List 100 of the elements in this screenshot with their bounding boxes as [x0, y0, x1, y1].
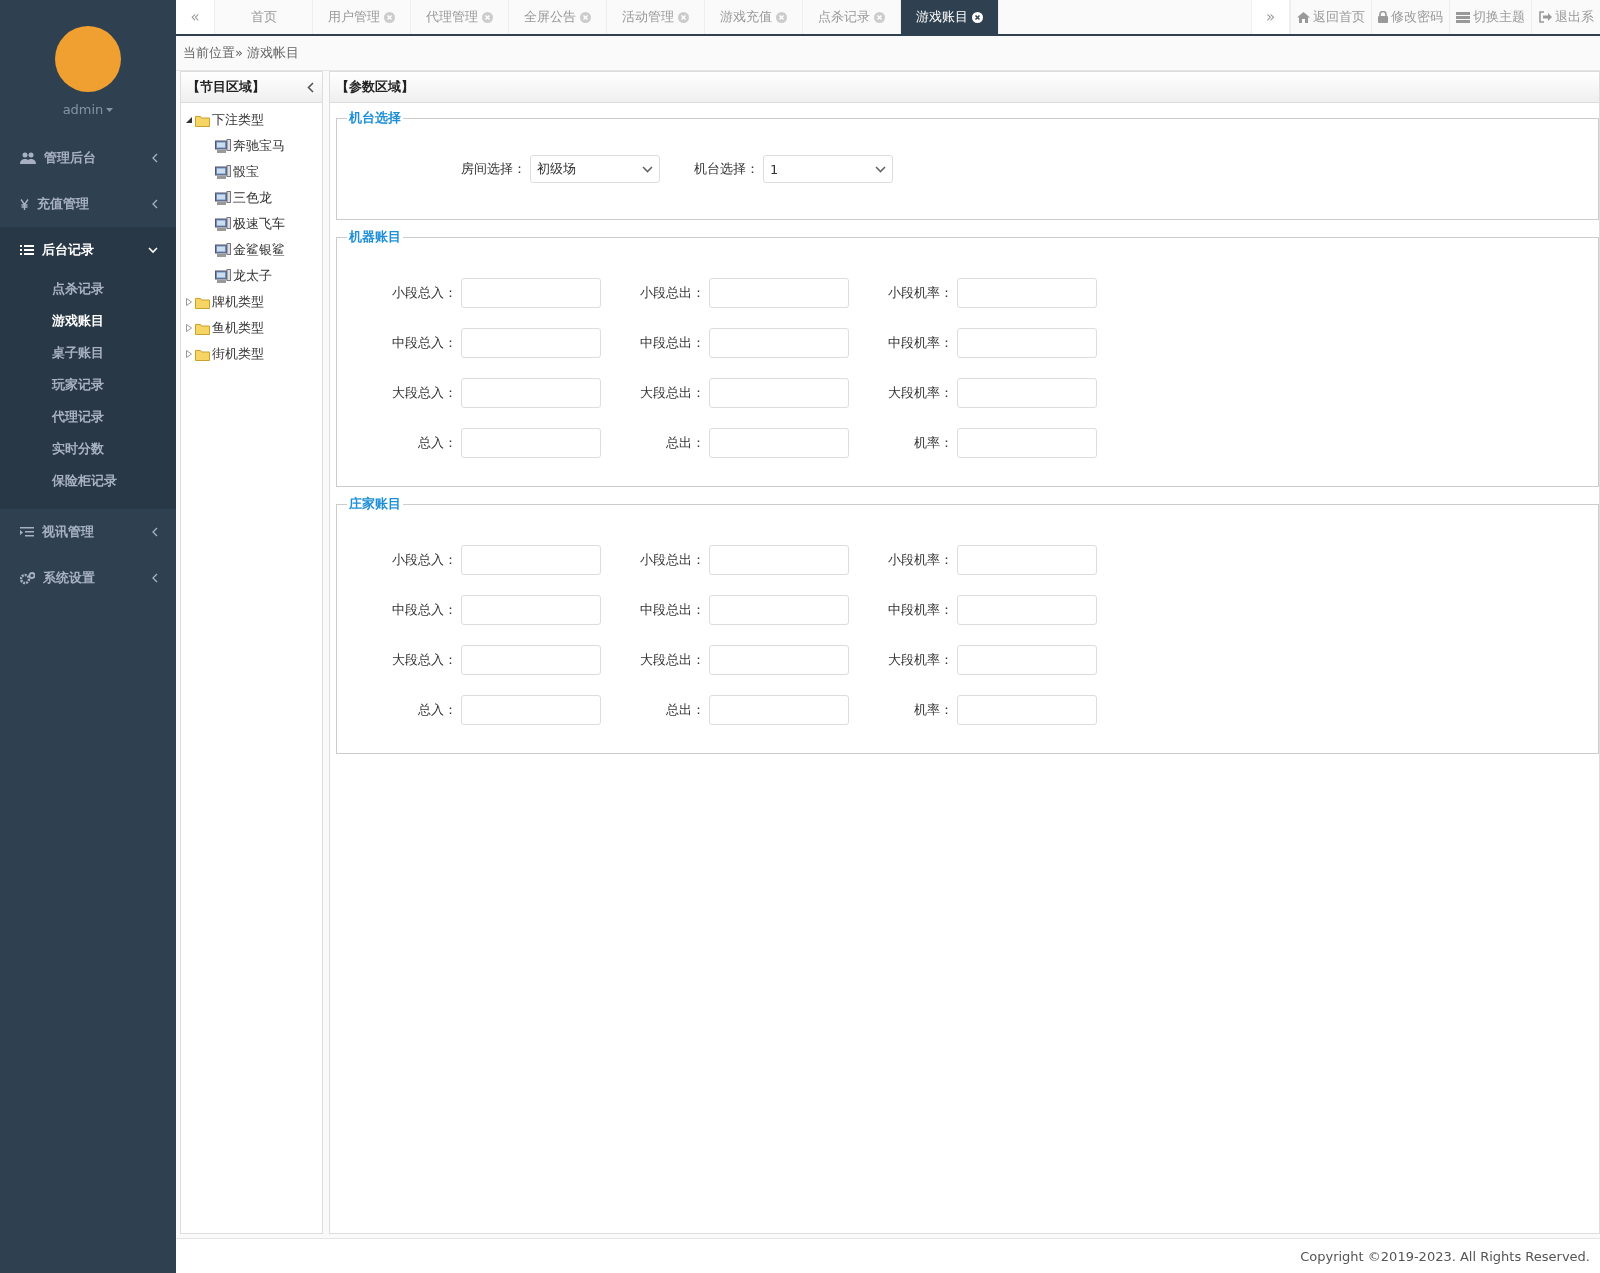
tree-node[interactable]: 鱼机类型	[212, 319, 264, 337]
expanded-triangle-icon[interactable]	[185, 116, 193, 124]
field-label: 大段机率：	[887, 651, 953, 669]
menu-item[interactable]: 系统设置	[0, 555, 176, 601]
input-field[interactable]	[461, 278, 601, 308]
input-field[interactable]	[461, 645, 601, 675]
submenu-item[interactable]: 保险柜记录	[0, 465, 176, 497]
menu-item[interactable]: 视讯管理	[0, 509, 176, 555]
chevron-left-icon	[152, 573, 158, 583]
input-field[interactable]	[709, 545, 849, 575]
tree-node[interactable]: 下注类型	[212, 111, 264, 129]
input-field[interactable]	[709, 278, 849, 308]
input-field[interactable]	[957, 595, 1097, 625]
input-field[interactable]	[957, 645, 1097, 675]
input-field[interactable]	[709, 328, 849, 358]
chevron-down-icon	[875, 165, 886, 173]
field-label: 机台选择：	[694, 160, 759, 178]
folder-icon	[195, 113, 210, 127]
menu-item[interactable]: 后台记录	[0, 227, 176, 273]
select-field[interactable]: 初级场	[530, 155, 660, 183]
field-label: 总入：	[417, 434, 457, 452]
tree-node[interactable]: 奔驰宝马	[233, 137, 285, 155]
input-field[interactable]	[461, 595, 601, 625]
sign-out-icon	[1538, 11, 1552, 23]
select-field[interactable]: 1	[763, 155, 893, 183]
computer-icon	[215, 268, 231, 284]
input-field[interactable]	[957, 378, 1097, 408]
computer-icon	[215, 138, 231, 154]
field-label: 大段总入：	[391, 651, 457, 669]
field-label: 小段机率：	[887, 551, 953, 569]
users-icon	[20, 151, 36, 165]
input-field[interactable]	[709, 695, 849, 725]
input-field[interactable]	[709, 645, 849, 675]
section-title: 机台选择	[347, 109, 402, 127]
input-field[interactable]	[461, 428, 601, 458]
chevron-left-icon	[152, 199, 158, 209]
tree-node[interactable]: 骰宝	[233, 163, 259, 181]
scroll-left-button[interactable]: «	[176, 0, 215, 34]
chevron-left-icon	[152, 153, 158, 163]
copyright-text: Copyright ©2019-2023. All Rights Reserved.	[176, 1238, 1600, 1273]
collapsed-triangle-icon[interactable]	[185, 298, 193, 306]
input-field[interactable]	[957, 695, 1097, 725]
field-label: 大段总出：	[639, 651, 705, 669]
submenu-item[interactable]: 代理记录	[0, 401, 176, 433]
tree-node[interactable]: 极速飞车	[233, 215, 285, 233]
list-icon	[20, 244, 34, 256]
input-field[interactable]	[709, 378, 849, 408]
submenu-item[interactable]: 点杀记录	[0, 273, 176, 305]
tree-node[interactable]: 三色龙	[233, 189, 272, 207]
chevron-down-icon	[148, 246, 158, 254]
input-field[interactable]	[709, 428, 849, 458]
tab[interactable]: 游戏账目	[901, 0, 999, 34]
collapsed-triangle-icon[interactable]	[185, 324, 193, 332]
lock-icon	[1378, 11, 1388, 23]
field-label: 中段总出：	[639, 334, 705, 352]
input-field[interactable]	[461, 545, 601, 575]
field-label: 机率：	[913, 701, 953, 719]
field-label: 中段机率：	[887, 334, 953, 352]
field-label: 总出：	[665, 701, 705, 719]
input-field[interactable]	[461, 695, 601, 725]
input-field[interactable]	[461, 328, 601, 358]
field-label: 机率：	[913, 434, 953, 452]
tree-node[interactable]: 牌机类型	[212, 293, 264, 311]
menu-item[interactable]: 充值管理	[0, 181, 176, 227]
section-title: 庄家账目	[348, 495, 402, 513]
section-title: 机器账目	[347, 228, 402, 246]
tree-node[interactable]: 街机类型	[212, 345, 264, 363]
caret-icon	[106, 107, 114, 112]
collapsed-triangle-icon[interactable]	[185, 350, 193, 358]
chevron-left-icon	[152, 527, 158, 537]
field-label: 中段总出：	[639, 601, 705, 619]
submenu-item[interactable]: 实时分数	[0, 433, 176, 465]
panel-title: 【节目区域】	[187, 78, 265, 96]
tree-node[interactable]: 龙太子	[233, 267, 272, 285]
field-label: 大段总入：	[391, 384, 457, 402]
computer-icon	[215, 242, 231, 258]
submenu-item[interactable]: 游戏账目	[0, 305, 176, 337]
input-field[interactable]	[957, 428, 1097, 458]
tree-node[interactable]: 金鲨银鲨	[233, 241, 285, 259]
field-label: 小段总出：	[639, 551, 705, 569]
field-label: 小段总出：	[639, 284, 705, 302]
submenu-item[interactable]: 桌子账目	[0, 337, 176, 369]
folder-icon	[195, 321, 210, 335]
field-label: 小段总入：	[391, 284, 457, 302]
input-field[interactable]	[709, 595, 849, 625]
server-icon	[1456, 11, 1470, 23]
input-field[interactable]	[461, 378, 601, 408]
input-field[interactable]	[957, 278, 1097, 308]
close-icon[interactable]	[972, 11, 983, 23]
input-field[interactable]	[957, 545, 1097, 575]
folder-icon	[195, 347, 210, 361]
menu-item[interactable]: 管理后台	[0, 135, 176, 181]
field-label: 大段机率：	[887, 384, 953, 402]
collapse-icon[interactable]	[307, 81, 314, 93]
submenu-item[interactable]: 玩家记录	[0, 369, 176, 401]
indent-list-icon	[20, 526, 34, 538]
user-menu[interactable]: admin	[62, 102, 114, 117]
scroll-right-button[interactable]: »	[1251, 0, 1290, 34]
field-label: 中段总入：	[391, 601, 457, 619]
input-field[interactable]	[957, 328, 1097, 358]
